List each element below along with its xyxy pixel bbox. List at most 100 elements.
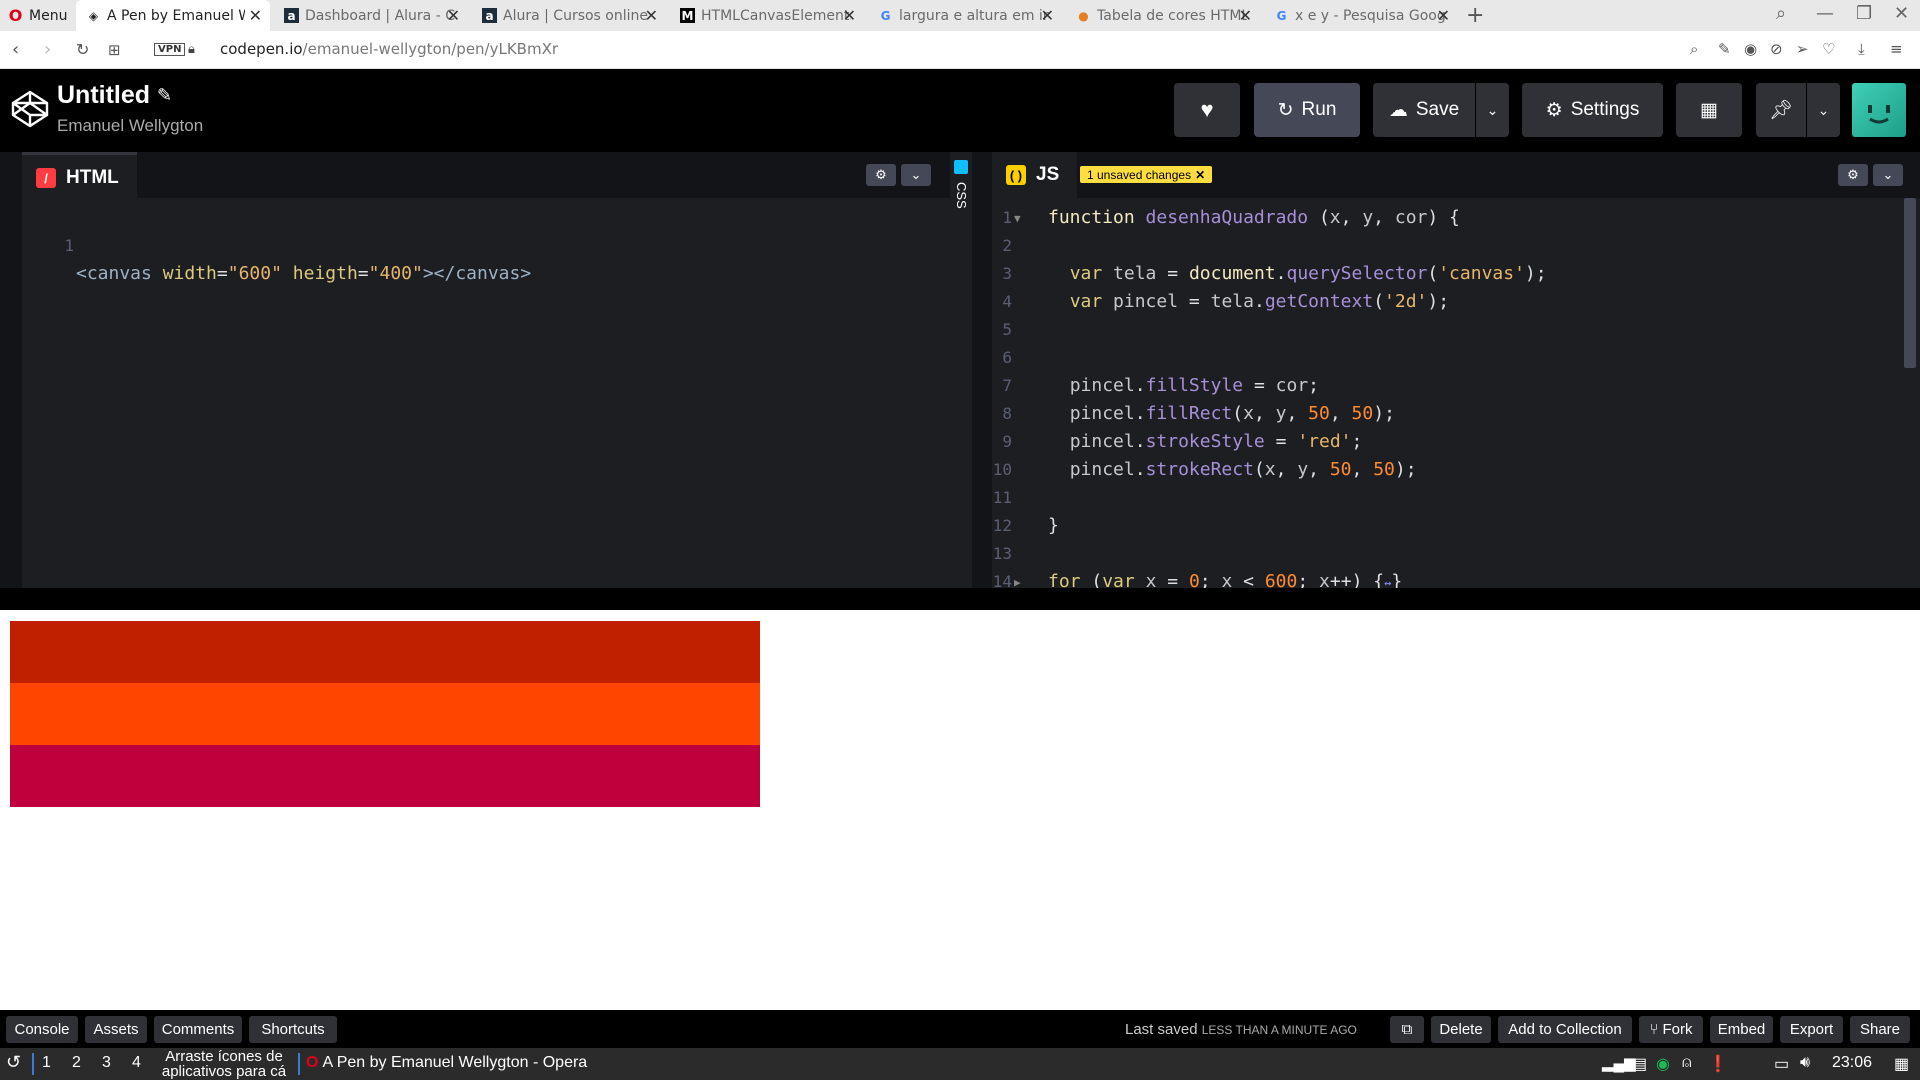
close-tab-icon[interactable]: ✕ bbox=[843, 6, 856, 25]
preview-resize-handle[interactable] bbox=[0, 588, 1920, 610]
js-collapse-chevron-icon[interactable]: ⌄ bbox=[1873, 164, 1903, 186]
editor-area: / HTML ⚙ ⌄ 1 <canvas width="600" heigth=… bbox=[0, 152, 1920, 588]
fold-arrow-icon[interactable]: ▼ bbox=[1014, 205, 1021, 233]
close-tab-icon[interactable]: ✕ bbox=[1041, 6, 1054, 25]
codepen-logo-icon[interactable] bbox=[10, 89, 50, 129]
network-icon[interactable]: ⍝ bbox=[1682, 1054, 1692, 1072]
delete-button[interactable]: Delete bbox=[1431, 1016, 1491, 1043]
close-tab-icon[interactable]: ✕ bbox=[1239, 6, 1252, 25]
html-settings-gear-icon[interactable]: ⚙ bbox=[866, 164, 896, 186]
send-icon[interactable]: ➢ bbox=[1796, 40, 1809, 58]
close-tab-icon[interactable]: ✕ bbox=[1437, 6, 1450, 25]
tab-title: Tabela de cores HTML bbox=[1097, 7, 1247, 24]
workspace-3[interactable]: 3 bbox=[102, 1054, 111, 1072]
tab-alura-cursos[interactable]: a Alura | Cursos online c ✕ bbox=[472, 0, 666, 31]
close-window-icon[interactable]: ✕ bbox=[1894, 3, 1909, 24]
user-avatar[interactable] bbox=[1852, 83, 1906, 137]
minimize-icon[interactable]: — bbox=[1816, 3, 1834, 24]
tab-codepen[interactable]: ◈ A Pen by Emanuel We ✕ bbox=[76, 0, 270, 31]
refresh-icon: ↻ bbox=[1277, 99, 1294, 121]
add-to-collection-button[interactable]: Add to Collection bbox=[1498, 1016, 1632, 1043]
edit-icon[interactable]: ✎ bbox=[1718, 40, 1731, 58]
url-field[interactable]: codepen.io/emanuel-wellygton/pen/yLKBmXr bbox=[220, 40, 558, 58]
forward-icon[interactable]: › bbox=[44, 39, 51, 60]
camera-icon[interactable]: ◉ bbox=[1744, 40, 1757, 58]
vpn-badge[interactable]: VPN bbox=[154, 43, 186, 56]
js-tab-label: JS bbox=[1036, 164, 1060, 185]
heart-outline-icon[interactable]: ♡ bbox=[1822, 40, 1835, 58]
block-icon[interactable]: ⊘ bbox=[1770, 40, 1783, 58]
workspace-divider bbox=[32, 1053, 34, 1075]
external-link-icon[interactable]: ⧉ bbox=[1390, 1016, 1424, 1043]
tab-alura-dashboard[interactable]: a Dashboard | Alura - Cu ✕ bbox=[274, 0, 468, 31]
new-tab-icon[interactable]: + bbox=[1466, 3, 1484, 28]
close-tab-icon[interactable]: ✕ bbox=[447, 6, 460, 25]
console-button[interactable]: Console bbox=[6, 1016, 78, 1043]
run-button[interactable]: ↻ Run bbox=[1254, 83, 1360, 137]
update-alert-icon[interactable]: ❗ bbox=[1708, 1054, 1728, 1074]
signal-bars-icon[interactable]: ▂▄▆ bbox=[1602, 1054, 1636, 1072]
unsaved-changes-badge[interactable]: 1 unsaved changes ✕ bbox=[1080, 166, 1213, 183]
volume-icon[interactable]: 🔊︎ bbox=[1800, 1054, 1810, 1072]
tab-google-xy[interactable]: G x e y - Pesquisa Goog ✕ bbox=[1264, 0, 1458, 31]
js-scrollbar[interactable] bbox=[1904, 198, 1916, 368]
comments-button[interactable]: Comments bbox=[154, 1016, 242, 1043]
show-desktop-icon[interactable]: ▦ bbox=[1894, 1054, 1909, 1074]
line-number: 3 bbox=[1002, 264, 1012, 283]
pin-options-dropdown[interactable]: ⌄ bbox=[1807, 83, 1840, 137]
line-number: 8 bbox=[1002, 404, 1012, 423]
html-collapse-chevron-icon[interactable]: ⌄ bbox=[901, 164, 931, 186]
love-button[interactable]: ♥ bbox=[1174, 83, 1240, 137]
reload-icon[interactable]: ↻ bbox=[76, 40, 89, 59]
tab-google-largura[interactable]: G largura e altura em in ✕ bbox=[868, 0, 1062, 31]
fold-arrow-icon[interactable]: ▶ bbox=[1014, 569, 1021, 588]
google-icon: G bbox=[1276, 8, 1287, 23]
back-icon[interactable]: ‹ bbox=[12, 39, 19, 60]
tab-title: A Pen by Emanuel We bbox=[107, 7, 245, 24]
save-button[interactable]: ☁ Save bbox=[1373, 83, 1475, 137]
close-tab-icon[interactable]: ✕ bbox=[645, 6, 658, 25]
assets-button[interactable]: Assets bbox=[85, 1016, 147, 1043]
clipboard-icon[interactable]: ▤ bbox=[1632, 1054, 1647, 1074]
html-code-area[interactable]: 1 <canvas width="600" heigth="400"></can… bbox=[22, 198, 950, 588]
workspace-4[interactable]: 4 bbox=[132, 1054, 141, 1072]
share-button[interactable]: Share bbox=[1850, 1016, 1910, 1043]
shortcuts-button[interactable]: Shortcuts bbox=[249, 1016, 337, 1043]
task-opera-window[interactable]: O A Pen by Emanuel Wellygton - Opera bbox=[306, 1054, 587, 1072]
spotify-icon[interactable]: ◉ bbox=[1656, 1054, 1670, 1074]
save-options-dropdown[interactable]: ⌄ bbox=[1476, 83, 1509, 137]
js-tab[interactable]: ( ) JS bbox=[992, 152, 1078, 198]
change-view-button[interactable]: ▦ bbox=[1676, 83, 1742, 137]
js-code-area[interactable]: 1 ▼ function desenhaQuadrado (x, y, cor) {… bbox=[992, 198, 1920, 588]
pencil-icon[interactable]: ✎ bbox=[157, 85, 172, 106]
search-tabs-icon[interactable]: ⌕ bbox=[1776, 3, 1786, 24]
restore-icon[interactable]: ❐ bbox=[1856, 3, 1872, 24]
pen-title[interactable]: Untitled bbox=[57, 81, 150, 110]
html-tab-strip bbox=[22, 152, 950, 198]
tab-title: x e y - Pesquisa Goog bbox=[1295, 7, 1445, 24]
download-icon[interactable]: ⤓ bbox=[1858, 40, 1865, 58]
search-page-icon[interactable]: ⌕ bbox=[1690, 40, 1698, 58]
easy-setup-icon[interactable]: ≡ bbox=[1890, 40, 1903, 58]
workspace-1[interactable]: 1 bbox=[42, 1054, 51, 1072]
close-tab-icon[interactable]: ✕ bbox=[249, 6, 262, 25]
dismiss-icon[interactable]: ✕ bbox=[1195, 168, 1205, 182]
tab-grid-icon[interactable]: ⊞ bbox=[108, 41, 121, 59]
js-settings-gear-icon[interactable]: ⚙ bbox=[1838, 164, 1868, 186]
workspace-2[interactable]: 2 bbox=[72, 1054, 81, 1072]
keyboard-icon[interactable]: ▭ bbox=[1774, 1054, 1789, 1074]
start-menu-icon[interactable]: ↺ bbox=[6, 1052, 21, 1073]
tab-tabela-cores[interactable]: ● Tabela de cores HTML ✕ bbox=[1066, 0, 1260, 31]
tab-mdn-canvas[interactable]: M HTMLCanvasElement. ✕ bbox=[670, 0, 864, 31]
pin-button[interactable]: 📌︎ bbox=[1756, 83, 1806, 137]
export-button[interactable]: Export bbox=[1780, 1016, 1843, 1043]
opera-menu-button[interactable]: O Menu bbox=[0, 0, 70, 31]
embed-button[interactable]: Embed bbox=[1710, 1016, 1773, 1043]
fork-button[interactable]: ⑂ Fork bbox=[1639, 1016, 1703, 1043]
settings-button[interactable]: ⚙ Settings bbox=[1522, 83, 1663, 137]
css-collapsed-tab[interactable]: CSS bbox=[950, 152, 972, 588]
lock-icon[interactable]: 🔒︎ bbox=[188, 42, 195, 57]
html-tab[interactable]: / HTML bbox=[22, 152, 137, 201]
line-number: 14 bbox=[992, 572, 1012, 588]
author-name[interactable]: Emanuel Wellygton bbox=[57, 116, 203, 136]
